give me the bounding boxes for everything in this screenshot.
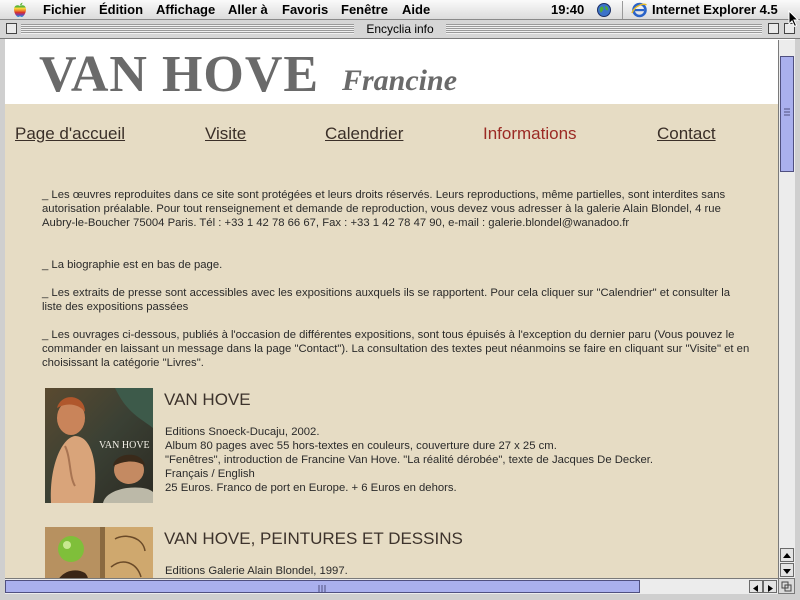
scroll-left-arrow[interactable] [749,580,763,593]
horizontal-scroll-thumb[interactable] [5,580,640,593]
book-details-peintures-dessins: Editions Galerie Alain Blondel, 1997. [165,564,755,578]
vertical-scrollbar[interactable] [778,40,795,578]
book-details-van-hove: Editions Snoeck-Ducaju, 2002. Album 80 p… [165,425,755,495]
header-banner: VAN HOVE Francine [5,40,778,104]
book-title-van-hove: VAN HOVE [164,390,251,409]
menu-favoris[interactable]: Favoris [282,2,328,18]
page-content: VAN HOVE Francine Page d'accueil Visite … [5,40,778,578]
books-paragraph: _ Les ouvrages ci-dessous, publiés à l'o… [42,329,750,369]
book-cover-title: VAN HOVE [99,440,150,451]
book-title-peintures-dessins: VAN HOVE, PEINTURES ET DESSINS [164,529,463,548]
internet-explorer-icon[interactable] [631,2,648,18]
book-cover-van-hove[interactable]: VAN HOVE [45,388,153,503]
zoom-box-button[interactable] [768,23,779,34]
horizontal-scrollbar[interactable] [5,578,778,594]
nav-page-accueil[interactable]: Page d'accueil [15,124,125,144]
menu-affichage[interactable]: Affichage [156,2,215,18]
window-title: Encyclia info [356,22,444,36]
biography-paragraph: _ La biographie est en bas de page. [42,259,223,271]
application-menu[interactable]: Internet Explorer 4.5 [652,2,778,18]
arrow-up-icon [783,553,791,558]
book-line: Français / English [165,468,255,480]
scroll-up-arrow[interactable] [780,548,794,562]
press-paragraph: _ Les extraits de presse sont accessible… [42,287,731,313]
window-frame-right [795,39,800,600]
book-line: 25 Euros. Franco de port en Europe. + 6 … [165,482,457,494]
nav-visite[interactable]: Visite [205,124,246,144]
globe-icon[interactable] [596,2,612,18]
arrow-right-icon [768,585,773,592]
artist-first-name: Francine [342,64,458,97]
rights-paragraph: _ Les œuvres reproduites dans ce site so… [42,189,726,229]
book-line: Album 80 pages avec 55 hors-textes en co… [165,440,557,452]
title-bar-stripes-right [446,24,762,34]
arrow-down-icon [783,569,791,574]
menubar-clock[interactable]: 19:40 [551,2,584,18]
scroll-grip-icon [318,585,326,592]
menu-fichier[interactable]: Fichier [43,2,86,18]
window-frame-bottom [0,594,800,600]
apple-menu-icon[interactable] [12,2,28,18]
scroll-down-arrow[interactable] [780,563,794,577]
book-line: Editions Galerie Alain Blondel, 1997. [165,565,348,577]
arrow-left-icon [753,585,758,592]
scroll-right-arrow[interactable] [763,580,777,593]
nav-informations[interactable]: Informations [483,124,577,144]
scroll-grip-icon [784,108,790,116]
mouse-pointer-icon [788,10,800,28]
nav-contact[interactable]: Contact [657,124,716,144]
menu-bar: Fichier Édition Affichage Aller à Favori… [0,0,800,20]
vertical-scroll-thumb[interactable] [780,56,794,172]
menubar-separator [622,1,623,19]
nav-calendrier[interactable]: Calendrier [325,124,403,144]
resize-icon [781,581,792,592]
book-line: Editions Snoeck-Ducaju, 2002. [165,426,320,438]
menu-aide[interactable]: Aide [402,2,430,18]
window-title-bar[interactable]: Encyclia info [0,20,800,39]
book-line: "Fenêtres", introduction de Francine Van… [165,454,654,466]
close-box-button[interactable] [6,23,17,34]
artist-last-name: VAN HOVE [39,46,320,103]
menu-fenetre[interactable]: Fenêtre [341,2,388,18]
menu-aller-a[interactable]: Aller à [228,2,268,18]
title-bar-stripes [21,24,354,34]
menu-edition[interactable]: Édition [99,2,143,18]
resize-grow-box[interactable] [778,578,795,594]
book-cover-peintures-dessins[interactable] [45,527,153,578]
